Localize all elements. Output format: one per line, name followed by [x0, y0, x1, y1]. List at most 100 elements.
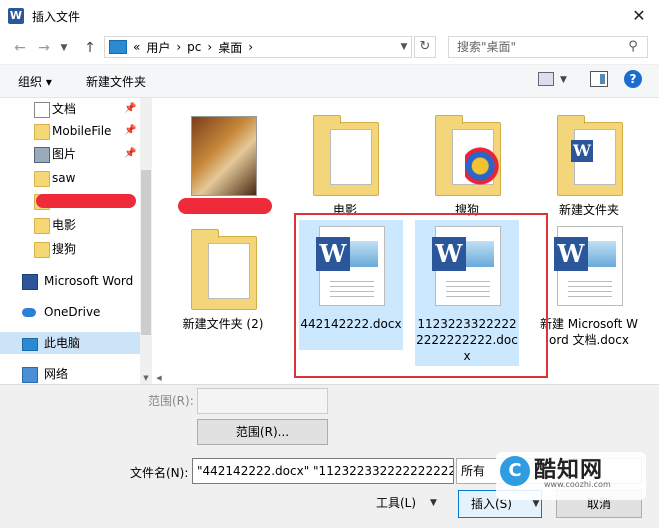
arrow-right-icon: →	[38, 40, 50, 56]
preview-pane-icon[interactable]	[590, 71, 608, 87]
scroll-left-icon[interactable]: ◀	[153, 372, 165, 384]
up-button[interactable]: ↑	[80, 38, 100, 58]
sidebar-item-pictures[interactable]: 图片 📌	[0, 143, 140, 165]
paper-icon	[330, 129, 372, 185]
sidebar-item-label: 文档	[52, 102, 77, 116]
file-item-new-word-docx[interactable]: W 新建 Microsoft Word 文档.docx	[537, 220, 641, 360]
folder-icon	[313, 115, 379, 196]
folder-icon	[435, 115, 503, 196]
chevron-down-icon: ▼	[532, 499, 540, 509]
chevron-right-icon: ›	[176, 40, 182, 54]
sidebar-item-mobilefile[interactable]: MobileFile 📌	[0, 120, 140, 142]
folder-icon	[34, 242, 50, 258]
tools-menu[interactable]: 工具(L)	[376, 494, 416, 512]
file-name: 新建文件夹 (2)	[182, 317, 264, 331]
organize-menu[interactable]: 组织 ▾	[18, 73, 52, 90]
sidebar-item-label: MobileFile	[52, 124, 112, 138]
picture-icon	[34, 147, 50, 163]
pin-icon: 📌	[124, 148, 137, 159]
folder-icon: W	[557, 115, 623, 196]
close-icon: ✕	[632, 6, 646, 25]
chevron-right-icon: ›	[207, 40, 213, 54]
breadcrumb-pc[interactable]: pc	[187, 40, 201, 54]
chevron-down-icon: ▼	[60, 43, 68, 53]
refresh-icon: ↻	[419, 39, 431, 54]
search-input[interactable]: 搜索"桌面"	[448, 36, 648, 58]
range-button[interactable]: 范围(R)...	[197, 419, 328, 445]
new-folder-button[interactable]: 新建文件夹	[86, 73, 146, 90]
redaction-mark	[36, 194, 136, 208]
folder-icon	[34, 171, 50, 187]
redaction-mark	[178, 198, 272, 214]
title-bar	[0, 0, 659, 32]
chevron-down-icon[interactable]: ▼	[430, 494, 437, 512]
word-document-icon: W	[554, 226, 623, 306]
sidebar-item-label: OneDrive	[44, 305, 101, 319]
sidebar-item-sogou[interactable]: 搜狗	[0, 238, 140, 260]
breadcrumb-overflow[interactable]: «	[133, 40, 140, 54]
document-icon	[34, 102, 50, 118]
sidebar-item-label: 电影	[52, 218, 77, 232]
sidebar-item-network[interactable]: 网络	[0, 363, 140, 385]
cloud-icon	[22, 308, 36, 317]
back-button[interactable]: ←	[10, 38, 30, 58]
folder-icon	[34, 218, 50, 234]
sidebar-item-label: Microsoft Word	[44, 274, 134, 288]
sidebar-item-movies[interactable]: 电影	[0, 214, 140, 236]
arrow-up-icon: ↑	[84, 40, 96, 56]
file-name: 新建 Microsoft Word 文档.docx	[539, 317, 639, 347]
recent-locations-button[interactable]: ▼	[56, 38, 72, 58]
sidebar-scrollbar-thumb[interactable]	[141, 170, 151, 335]
sidebar-item-onedrive[interactable]: OneDrive	[0, 301, 140, 323]
search-icon[interactable]: ⚲	[624, 38, 642, 56]
word-document-icon: W	[571, 129, 616, 185]
computer-icon	[22, 338, 38, 351]
scroll-down-icon[interactable]: ▼	[140, 372, 152, 384]
sidebar-item-saw[interactable]: saw	[0, 167, 140, 189]
sidebar-item-documents[interactable]: 文档 📌	[0, 98, 140, 120]
filename-label: 文件名(N):	[130, 466, 189, 480]
chevron-down-icon[interactable]: ▼	[560, 72, 567, 88]
word-letter-icon: W	[571, 140, 593, 162]
breadcrumb-desktop[interactable]: 桌面	[218, 39, 242, 56]
filename-input[interactable]: "442142222.docx" "1123223322222222222	[192, 458, 454, 484]
sidebar-item-label: 此电脑	[44, 336, 81, 350]
network-icon	[22, 367, 38, 383]
chevron-right-icon: ›	[248, 40, 254, 54]
file-item-new-folder-2[interactable]: 新建文件夹 (2)	[171, 218, 275, 358]
pin-icon: 📌	[124, 103, 137, 114]
word-app-icon: W	[8, 8, 24, 24]
doc-lines-icon	[568, 277, 612, 297]
view-options-icon[interactable]	[538, 72, 554, 86]
chevron-down-icon: ▼	[400, 42, 408, 52]
arrow-left-icon: ←	[14, 40, 26, 56]
file-name: 新建文件夹	[558, 203, 619, 217]
sidebar-item-label: 图片	[52, 147, 77, 161]
image-thumbnail	[191, 116, 257, 196]
sidebar-item-label: saw	[52, 171, 76, 185]
address-dropdown-button[interactable]: ▼	[396, 36, 412, 58]
navigation-pane: 文档 📌 MobileFile 📌 图片 📌 saw 电影 搜狗 Microso…	[0, 98, 152, 384]
sidebar-item-label: 网络	[44, 367, 69, 381]
range-label: 范围(R):	[148, 394, 194, 408]
paper-icon	[208, 243, 250, 299]
doc-image-icon	[588, 241, 616, 267]
sidebar-item-label: 搜狗	[52, 242, 77, 256]
sidebar-item-this-pc[interactable]: 此电脑	[0, 332, 140, 354]
range-input	[197, 388, 328, 414]
folder-icon	[34, 124, 50, 140]
forward-button[interactable]: →	[34, 38, 54, 58]
refresh-button[interactable]: ↻	[414, 36, 436, 58]
word-icon	[22, 274, 38, 290]
sidebar-item-microsoft-word[interactable]: Microsoft Word	[0, 270, 140, 292]
close-button[interactable]: ✕	[627, 4, 651, 28]
highlight-box	[294, 213, 548, 378]
help-icon[interactable]: ?	[624, 70, 642, 88]
word-letter-icon: W	[554, 237, 588, 271]
coozhi-logo-icon: C	[500, 456, 530, 486]
sogou-icon	[452, 129, 503, 196]
breadcrumb-users[interactable]: 用户	[146, 39, 170, 56]
folder-icon	[191, 229, 257, 310]
pin-icon: 📌	[124, 125, 137, 136]
address-bar[interactable]: « 用户 › pc › 桌面 ›	[104, 36, 412, 58]
